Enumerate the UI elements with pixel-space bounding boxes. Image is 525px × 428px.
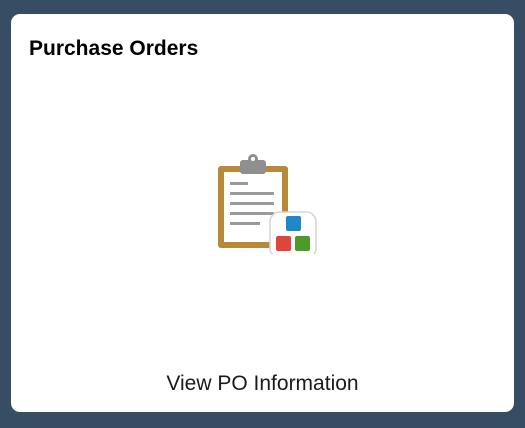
clipboard-icon <box>214 150 318 259</box>
purchase-orders-tile[interactable]: Purchase Orders View PO Information <box>11 14 514 412</box>
tile-title: Purchase Orders <box>29 37 199 60</box>
app-grid-green-square <box>295 236 310 251</box>
app-grid-red-square <box>276 236 291 251</box>
tile-footer-label: View PO Information <box>166 372 359 395</box>
app-grid-blue-square <box>286 216 301 231</box>
